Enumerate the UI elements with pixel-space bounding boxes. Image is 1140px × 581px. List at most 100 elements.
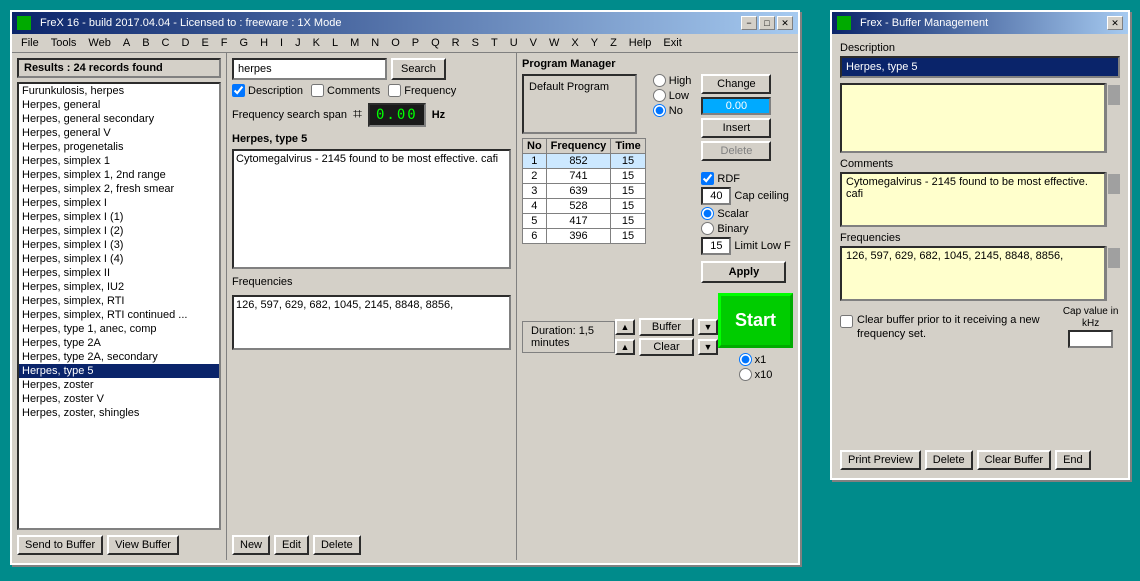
frequency-checkbox[interactable]	[388, 84, 401, 97]
apply-button[interactable]: Apply	[701, 261, 786, 283]
list-item[interactable]: Herpes, general secondary	[19, 112, 219, 126]
menu-x[interactable]: X	[566, 36, 583, 50]
clear-buffer-button[interactable]: Clear Buffer	[977, 450, 1052, 470]
description-checkbox[interactable]	[232, 84, 245, 97]
results-list[interactable]: Furunkulosis, herpesHerpes, generalHerpe…	[17, 82, 221, 530]
menu-web[interactable]: Web	[83, 36, 115, 50]
start-button[interactable]: Start	[718, 293, 793, 348]
change-button[interactable]: Change	[701, 74, 771, 94]
menu-d[interactable]: D	[176, 36, 194, 50]
maximize-button[interactable]: □	[759, 16, 775, 30]
x10-radio[interactable]	[739, 368, 752, 381]
radio-no[interactable]	[653, 104, 666, 117]
x10-radio-label[interactable]: x10	[739, 368, 773, 381]
radio-high[interactable]	[653, 74, 666, 87]
search-button[interactable]: Search	[391, 58, 446, 80]
menu-exit[interactable]: Exit	[658, 36, 686, 50]
menu-b[interactable]: B	[137, 36, 154, 50]
description-input[interactable]	[840, 56, 1120, 78]
list-item[interactable]: Herpes, simplex 1	[19, 154, 219, 168]
menu-w[interactable]: W	[544, 36, 564, 50]
menu-q[interactable]: Q	[426, 36, 445, 50]
value-input[interactable]	[701, 97, 771, 115]
list-item[interactable]: Herpes, simplex, IU2	[19, 280, 219, 294]
desc-vscroll[interactable]	[1106, 83, 1120, 153]
list-item[interactable]: Herpes, simplex I (3)	[19, 238, 219, 252]
binary-radio-label[interactable]: Binary	[701, 222, 790, 235]
frequency-checkbox-label[interactable]: Frequency	[388, 84, 456, 97]
minimize-button[interactable]: −	[741, 16, 757, 30]
clear-up-arrow[interactable]: ▲	[615, 339, 635, 355]
menu-i[interactable]: I	[275, 36, 288, 50]
menu-f[interactable]: F	[216, 36, 233, 50]
menu-tools[interactable]: Tools	[46, 36, 82, 50]
cap-value-input[interactable]	[1068, 330, 1113, 348]
comments-checkbox-label[interactable]: Comments	[311, 84, 380, 97]
menu-l[interactable]: L	[327, 36, 343, 50]
list-item[interactable]: Herpes, type 2A	[19, 336, 219, 350]
list-item[interactable]: Herpes, simplex 2, fresh smear	[19, 182, 219, 196]
list-item[interactable]: Herpes, general	[19, 98, 219, 112]
insert-button[interactable]: Insert	[701, 118, 771, 138]
list-item[interactable]: Herpes, type 5	[19, 364, 219, 378]
menu-h[interactable]: H	[255, 36, 273, 50]
send-to-buffer-button[interactable]: Send to Buffer	[17, 535, 103, 555]
buffer-close-button[interactable]: ✕	[1107, 16, 1123, 30]
clear-down-arrow[interactable]: ▼	[698, 339, 718, 355]
menu-y[interactable]: Y	[586, 36, 603, 50]
rdf-checkbox-label[interactable]: RDF	[701, 172, 790, 185]
radio-no-label[interactable]: No	[653, 104, 692, 117]
menu-k[interactable]: K	[308, 36, 325, 50]
menu-t[interactable]: T	[486, 36, 503, 50]
list-item[interactable]: Herpes, simplex I (2)	[19, 224, 219, 238]
rdf-checkbox[interactable]	[701, 172, 714, 185]
radio-low-label[interactable]: Low	[653, 89, 692, 102]
list-item[interactable]: Furunkulosis, herpes	[19, 84, 219, 98]
list-item[interactable]: Herpes, simplex II	[19, 266, 219, 280]
menu-p[interactable]: P	[407, 36, 424, 50]
binary-radio[interactable]	[701, 222, 714, 235]
search-input[interactable]	[232, 58, 387, 80]
list-item[interactable]: Herpes, type 2A, secondary	[19, 350, 219, 364]
print-preview-button[interactable]: Print Preview	[840, 450, 921, 470]
list-item[interactable]: Herpes, progenetalis	[19, 140, 219, 154]
frequencies-textarea[interactable]	[232, 295, 511, 350]
end-button[interactable]: End	[1055, 450, 1091, 470]
delete-freq-button[interactable]: Delete	[701, 141, 771, 161]
menu-s[interactable]: S	[467, 36, 484, 50]
scalar-radio[interactable]	[701, 207, 714, 220]
menu-g[interactable]: G	[235, 36, 254, 50]
cap-ceiling-input[interactable]	[701, 187, 731, 205]
close-button[interactable]: ✕	[777, 16, 793, 30]
view-buffer-button[interactable]: View Buffer	[107, 535, 179, 555]
menu-m[interactable]: M	[345, 36, 364, 50]
list-item[interactable]: Herpes, zoster	[19, 378, 219, 392]
list-item[interactable]: Herpes, simplex, RTI continued ...	[19, 308, 219, 322]
new-button[interactable]: New	[232, 535, 270, 555]
menu-o[interactable]: O	[386, 36, 405, 50]
comments-checkbox[interactable]	[311, 84, 324, 97]
edit-button[interactable]: Edit	[274, 535, 309, 555]
menu-v[interactable]: V	[525, 36, 542, 50]
list-item[interactable]: Herpes, type 1, anec, comp	[19, 322, 219, 336]
delete-record-button[interactable]: Delete	[313, 535, 361, 555]
x1-radio[interactable]	[739, 353, 752, 366]
clear-buffer-prior-label[interactable]: Clear buffer prior to it receiving a new…	[840, 313, 1051, 342]
buffer-button[interactable]: Buffer	[639, 318, 694, 336]
menu-c[interactable]: C	[157, 36, 175, 50]
clear-button[interactable]: Clear	[639, 338, 694, 356]
list-item[interactable]: Herpes, simplex 1, 2nd range	[19, 168, 219, 182]
buffer-up-arrow[interactable]: ▲	[615, 319, 635, 335]
menu-z[interactable]: Z	[605, 36, 622, 50]
menu-file[interactable]: File	[16, 36, 44, 50]
limit-input[interactable]	[701, 237, 731, 255]
menu-e[interactable]: E	[196, 36, 213, 50]
scalar-radio-label[interactable]: Scalar	[701, 207, 790, 220]
menu-u[interactable]: U	[505, 36, 523, 50]
menu-n[interactable]: N	[366, 36, 384, 50]
menu-j[interactable]: J	[290, 36, 306, 50]
description-checkbox-label[interactable]: Description	[232, 84, 303, 97]
list-item[interactable]: Herpes, simplex, RTI	[19, 294, 219, 308]
radio-low[interactable]	[653, 89, 666, 102]
frequencies-textarea-buffer[interactable]	[840, 246, 1106, 301]
